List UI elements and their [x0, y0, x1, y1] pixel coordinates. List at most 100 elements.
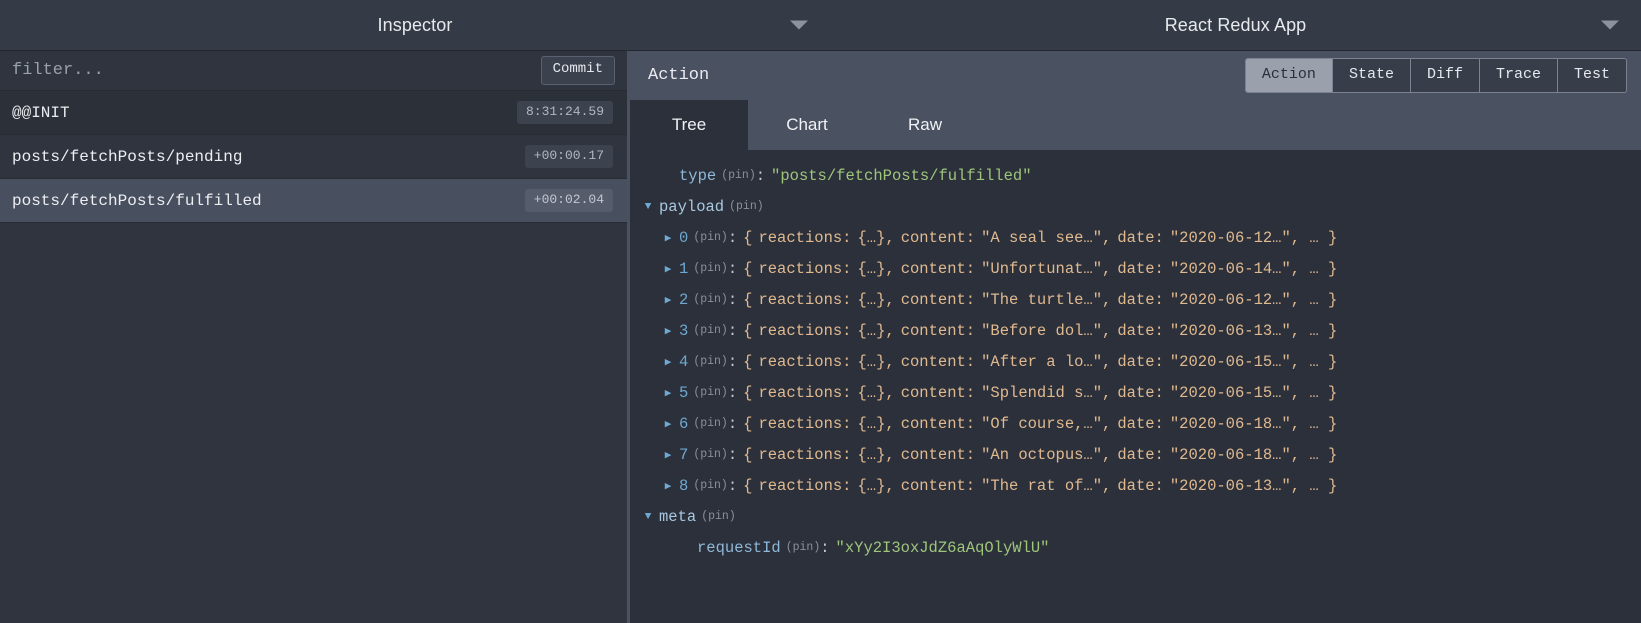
action-list[interactable]: @@INIT 8:31:24.59 posts/fetchPosts/pendi…	[0, 91, 627, 623]
tree-index: 7	[679, 446, 688, 464]
tree-row-meta[interactable]: ▼ meta (pin)	[630, 501, 1641, 532]
pin-label[interactable]: (pin)	[693, 231, 728, 244]
preview-content-key: content:	[901, 291, 975, 309]
action-timestamp: +00:02.04	[525, 189, 613, 212]
preview-open-brace: {	[743, 477, 752, 495]
chevron-right-icon[interactable]: ▶	[660, 417, 676, 431]
pin-label[interactable]: (pin)	[693, 355, 728, 368]
tree-index: 6	[679, 415, 688, 433]
tree-index: 2	[679, 291, 688, 309]
preview-date-value: "2020-06-15…"	[1170, 384, 1291, 402]
action-list-item[interactable]: posts/fetchPosts/pending +00:00.17	[0, 135, 627, 179]
action-list-item-selected[interactable]: posts/fetchPosts/fulfilled +00:02.04	[0, 179, 627, 223]
preview-tail: , … }	[1291, 353, 1338, 371]
preview-content-key: content:	[901, 446, 975, 464]
tree-key: meta	[659, 508, 696, 526]
tab-chart[interactable]: Chart	[748, 100, 866, 150]
chevron-right-icon[interactable]: ▶	[660, 293, 676, 307]
preview-date-key: date:	[1117, 415, 1164, 433]
tree-row-item[interactable]: ▶ 8 (pin) : { reactions: {…}, content: "…	[630, 470, 1641, 501]
tree-row-item[interactable]: ▶ 4 (pin) : { reactions: {…}, content: "…	[630, 346, 1641, 377]
chevron-down-icon[interactable]: ▼	[640, 201, 656, 213]
chevron-down-icon[interactable]: ▼	[640, 511, 656, 523]
tab-test[interactable]: Test	[1558, 59, 1626, 93]
tree-row-payload[interactable]: ▼ payload (pin)	[630, 191, 1641, 222]
preview-date-key: date:	[1117, 291, 1164, 309]
pin-label[interactable]: (pin)	[729, 200, 764, 213]
chevron-right-icon[interactable]: ▶	[660, 386, 676, 400]
preview-reactions-value: {…},	[857, 384, 894, 402]
tab-diff[interactable]: Diff	[1411, 59, 1480, 93]
filter-bar: Commit	[0, 51, 627, 91]
tab-raw[interactable]: Raw	[866, 100, 984, 150]
tree-row-type: ▶ type (pin) : "posts/fetchPosts/fulfill…	[630, 160, 1641, 191]
instance-title: React Redux App	[1165, 15, 1307, 36]
tree-row-item[interactable]: ▶ 1 (pin) : { reactions: {…}, content: "…	[630, 253, 1641, 284]
tree-value: "posts/fetchPosts/fulfilled"	[771, 167, 1031, 185]
tab-action[interactable]: Action	[1246, 59, 1333, 93]
chevron-down-icon[interactable]	[790, 21, 808, 30]
tree-row-item[interactable]: ▶ 5 (pin) : { reactions: {…}, content: "…	[630, 377, 1641, 408]
pin-label[interactable]: (pin)	[701, 510, 736, 523]
tree-index: 8	[679, 477, 688, 495]
chevron-right-icon[interactable]: ▶	[660, 448, 676, 462]
action-label: posts/fetchPosts/fulfilled	[12, 192, 262, 210]
pin-label[interactable]: (pin)	[786, 541, 821, 554]
preview-open-brace: {	[743, 291, 752, 309]
action-label: posts/fetchPosts/pending	[12, 148, 242, 166]
pin-label[interactable]: (pin)	[693, 417, 728, 430]
pin-label[interactable]: (pin)	[693, 293, 728, 306]
tab-trace[interactable]: Trace	[1480, 59, 1558, 93]
action-timestamp: +00:00.17	[525, 145, 613, 168]
pin-label[interactable]: (pin)	[693, 262, 728, 275]
tree-row-item[interactable]: ▶ 3 (pin) : { reactions: {…}, content: "…	[630, 315, 1641, 346]
inspector-panel: Action Action State Diff Trace Test Tree…	[630, 51, 1641, 623]
action-list-panel: Commit @@INIT 8:31:24.59 posts/fetchPost…	[0, 51, 630, 623]
preview-reactions-value: {…},	[857, 415, 894, 433]
preview-content-key: content:	[901, 260, 975, 278]
preview-date-value: "2020-06-12…"	[1170, 229, 1291, 247]
chevron-right-icon[interactable]: ▶	[660, 324, 676, 338]
tab-tree[interactable]: Tree	[630, 100, 748, 150]
view-mode-tabs: Tree Chart Raw	[630, 100, 1641, 150]
pin-label[interactable]: (pin)	[693, 448, 728, 461]
action-list-item[interactable]: @@INIT 8:31:24.59	[0, 91, 627, 135]
tree-row-item[interactable]: ▶ 6 (pin) : { reactions: {…}, content: "…	[630, 408, 1641, 439]
tree-row-item[interactable]: ▶ 7 (pin) : { reactions: {…}, content: "…	[630, 439, 1641, 470]
preview-content-key: content:	[901, 229, 975, 247]
tab-state[interactable]: State	[1333, 59, 1411, 93]
tree-row-item[interactable]: ▶ 0 (pin) : { reactions: {…}, content: "…	[630, 222, 1641, 253]
preview-content-key: content:	[901, 477, 975, 495]
preview-content-value: "After a lo…"	[981, 353, 1102, 371]
chevron-right-icon[interactable]: ▶	[660, 231, 676, 245]
preview-content-key: content:	[901, 384, 975, 402]
pin-label[interactable]: (pin)	[693, 324, 728, 337]
pin-label[interactable]: (pin)	[721, 169, 756, 182]
chevron-right-icon[interactable]: ▶	[660, 355, 676, 369]
preview-open-brace: {	[743, 384, 752, 402]
chevron-down-icon[interactable]	[1601, 21, 1619, 30]
preview-open-brace: {	[743, 322, 752, 340]
preview-reactions-key: reactions:	[758, 260, 851, 278]
inspector-mode-tabs: Action State Diff Trace Test	[1245, 58, 1627, 94]
preview-open-brace: {	[743, 446, 752, 464]
tree-key: requestId	[697, 539, 781, 557]
pin-label[interactable]: (pin)	[693, 479, 728, 492]
preview-content-value: "A seal see…"	[981, 229, 1102, 247]
pin-label[interactable]: (pin)	[693, 386, 728, 399]
chevron-right-icon[interactable]: ▶	[660, 262, 676, 276]
tree-index: 4	[679, 353, 688, 371]
preview-tail: , … }	[1291, 260, 1338, 278]
chevron-right-icon[interactable]: ▶	[660, 479, 676, 493]
tree-row-item[interactable]: ▶ 2 (pin) : { reactions: {…}, content: "…	[630, 284, 1641, 315]
commit-button[interactable]: Commit	[541, 56, 615, 84]
preview-content-value: "Of course,…"	[981, 415, 1102, 433]
preview-reactions-key: reactions:	[758, 446, 851, 464]
preview-tail: , … }	[1291, 446, 1338, 464]
preview-reactions-value: {…},	[857, 477, 894, 495]
preview-date-key: date:	[1117, 229, 1164, 247]
preview-tail: , … }	[1291, 322, 1338, 340]
preview-tail: , … }	[1291, 384, 1338, 402]
filter-input[interactable]	[12, 61, 541, 80]
inspector-header: Inspector	[0, 0, 830, 50]
